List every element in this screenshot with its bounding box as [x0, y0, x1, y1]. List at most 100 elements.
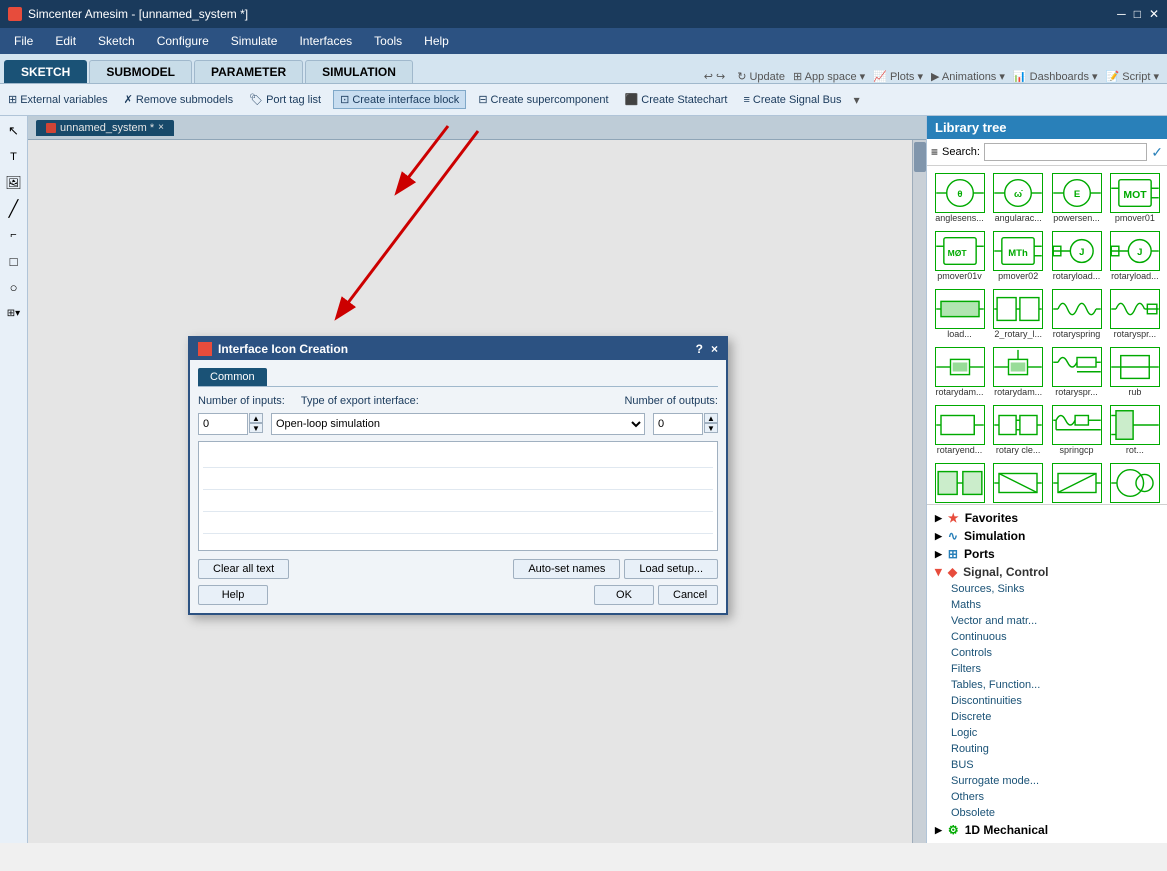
clear-all-text-btn[interactable]: Clear all text	[198, 559, 289, 579]
text-row-3[interactable]	[203, 490, 713, 512]
tree-sub-sources-sinks[interactable]: Sources, Sinks	[927, 581, 1167, 597]
create-statechart-btn[interactable]: ⬛ Create Statechart	[621, 91, 732, 108]
minimize-btn[interactable]: ─	[1117, 7, 1126, 21]
lib-item-rotaryend[interactable]: rotaryend...	[931, 402, 988, 458]
num-inputs-up[interactable]: ▲	[249, 413, 263, 423]
port-tag-list-btn[interactable]: 🏷 Port tag list	[245, 91, 325, 108]
cancel-btn[interactable]: Cancel	[658, 585, 718, 605]
tree-sub-controls[interactable]: Controls	[927, 645, 1167, 661]
num-outputs-up[interactable]: ▲	[704, 413, 718, 423]
lib-item-2partsrot[interactable]: 2parts rot...	[931, 460, 988, 504]
maximize-btn[interactable]: □	[1134, 7, 1141, 21]
num-inputs-input[interactable]	[198, 413, 248, 435]
tree-sub-discontinuities[interactable]: Discontinuities	[927, 693, 1167, 709]
lib-item-rotaryload1[interactable]: J rotaryload...	[1048, 228, 1104, 284]
lib-item-powersen[interactable]: E powersen...	[1048, 170, 1104, 226]
text-row-5[interactable]	[203, 534, 713, 551]
lib-item-pmover02[interactable]: MTh pmover02	[990, 228, 1046, 284]
tree-sub-others[interactable]: Others	[927, 789, 1167, 805]
menu-edit[interactable]: Edit	[45, 32, 86, 50]
lib-item-pmover01v[interactable]: MØT pmover01v	[931, 228, 988, 284]
tree-section-1d-mechanical[interactable]: ▶ ⚙ 1D Mechanical	[927, 821, 1167, 839]
num-outputs-input[interactable]	[653, 413, 703, 435]
lib-item-2rotary[interactable]: 2_rotary_l...	[990, 286, 1046, 342]
tab-submodel[interactable]: SUBMODEL	[89, 60, 192, 83]
lib-item-rot[interactable]: rot...	[1107, 402, 1163, 458]
lib-item-karnopR1[interactable]: karnopR1	[990, 460, 1046, 504]
text-row-1[interactable]	[203, 446, 713, 468]
create-supercomponent-btn[interactable]: ⊟ Create supercomponent	[474, 91, 612, 108]
text-row-2[interactable]	[203, 468, 713, 490]
num-outputs-down[interactable]: ▼	[704, 423, 718, 433]
lib-item-karnopR2[interactable]: karnopR2	[1048, 460, 1104, 504]
more-actions-btn[interactable]: ▾	[854, 93, 860, 107]
lib-item-rotarydam2[interactable]: rotarydam...	[990, 344, 1046, 400]
tree-sub-vector[interactable]: Vector and matr...	[927, 613, 1167, 629]
tree-sub-routing[interactable]: Routing	[927, 741, 1167, 757]
dialog-tab-common[interactable]: Common	[198, 368, 267, 386]
create-interface-block-btn[interactable]: ⊡ Create interface block	[333, 90, 466, 109]
create-signal-bus-btn[interactable]: ≡ Create Signal Bus	[739, 92, 845, 108]
remove-submodels-btn[interactable]: ✗ Remove submodels	[120, 91, 237, 108]
close-btn[interactable]: ✕	[1149, 7, 1159, 21]
tree-sub-maths[interactable]: Maths	[927, 597, 1167, 613]
lib-item-rotaryspr1[interactable]: rotaryspr...	[1107, 286, 1163, 342]
line-tool[interactable]: ╱	[3, 198, 25, 220]
ellipse-tool[interactable]: ○	[3, 276, 25, 298]
tree-sub-discrete[interactable]: Discrete	[927, 709, 1167, 725]
tree-sub-tables[interactable]: Tables, Function...	[927, 677, 1167, 693]
dialog-close-btn[interactable]: ×	[711, 342, 718, 356]
lib-item-angularac[interactable]: ω̇ angularac...	[990, 170, 1046, 226]
search-check-icon[interactable]: ✓	[1151, 144, 1163, 161]
tab-sketch[interactable]: SKETCH	[4, 60, 87, 83]
lib-item-rotaryload2[interactable]: J rotaryload...	[1107, 228, 1163, 284]
tree-sub-obsolete[interactable]: Obsolete	[927, 805, 1167, 821]
tree-section-ports[interactable]: ▶ ⊞ Ports	[927, 545, 1167, 563]
tree-section-simulation[interactable]: ▶ ∿ Simulation	[927, 527, 1167, 545]
lib-item-rotarycle[interactable]: rotary cle...	[990, 402, 1046, 458]
lib-item-rotarydam1[interactable]: rotarydam...	[931, 344, 988, 400]
rect-tool[interactable]: □	[3, 250, 25, 272]
menu-help[interactable]: Help	[414, 32, 459, 50]
combo-tool[interactable]: ⊞▾	[3, 302, 25, 324]
ok-btn[interactable]: OK	[594, 585, 654, 605]
image-tool[interactable]: 🖼	[3, 172, 25, 194]
cursor-tool[interactable]: ↖	[3, 120, 25, 142]
tree-sub-bus[interactable]: BUS	[927, 757, 1167, 773]
menu-simulate[interactable]: Simulate	[221, 32, 288, 50]
text-row-4[interactable]	[203, 512, 713, 534]
num-inputs-down[interactable]: ▼	[249, 423, 263, 433]
menu-sketch[interactable]: Sketch	[88, 32, 145, 50]
lib-item-load[interactable]: load...	[931, 286, 988, 342]
help-btn[interactable]: Help	[198, 585, 268, 605]
polyline-tool[interactable]: ⌐	[3, 224, 25, 246]
dialog-help-btn[interactable]: ?	[696, 342, 703, 356]
tree-section-favorites[interactable]: ▶ ★ Favorites	[927, 509, 1167, 527]
external-variables-btn[interactable]: ⊞ External variables	[4, 91, 112, 108]
search-input[interactable]	[984, 143, 1147, 161]
menu-file[interactable]: File	[4, 32, 43, 50]
tree-sub-surrogate[interactable]: Surrogate mode...	[927, 773, 1167, 789]
tree-sub-continuous[interactable]: Continuous	[927, 629, 1167, 645]
dialog-tabs: Common	[198, 368, 718, 387]
lib-item-springcp[interactable]: springcp	[1048, 402, 1104, 458]
lib-item-anglesens[interactable]: θ anglesens...	[931, 170, 988, 226]
lib-item-ector[interactable]: ector	[1107, 460, 1163, 504]
tab-simulation[interactable]: SIMULATION	[305, 60, 413, 83]
lib-item-rotaryspr2[interactable]: rotaryspr...	[1048, 344, 1104, 400]
tree-sub-logic[interactable]: Logic	[927, 725, 1167, 741]
export-type-select[interactable]: Open-loop simulationClosed-loop simulati…	[271, 413, 645, 435]
text-tool[interactable]: T	[3, 146, 25, 168]
menu-interfaces[interactable]: Interfaces	[289, 32, 362, 50]
tree-section-thermal[interactable]: ▶ ♨ Thermal	[927, 839, 1167, 843]
lib-item-pmover01[interactable]: MOT pmover01	[1107, 170, 1163, 226]
menu-configure[interactable]: Configure	[147, 32, 219, 50]
tab-parameter[interactable]: PARAMETER	[194, 60, 303, 83]
lib-item-rub[interactable]: rub	[1107, 344, 1163, 400]
tree-sub-filters[interactable]: Filters	[927, 661, 1167, 677]
lib-item-rotaryspring[interactable]: rotaryspring	[1048, 286, 1104, 342]
load-setup-btn[interactable]: Load setup...	[624, 559, 718, 579]
auto-set-names-btn[interactable]: Auto-set names	[513, 559, 620, 579]
menu-tools[interactable]: Tools	[364, 32, 412, 50]
tree-section-signal-control[interactable]: ▶ ◆ Signal, Control	[927, 563, 1167, 581]
